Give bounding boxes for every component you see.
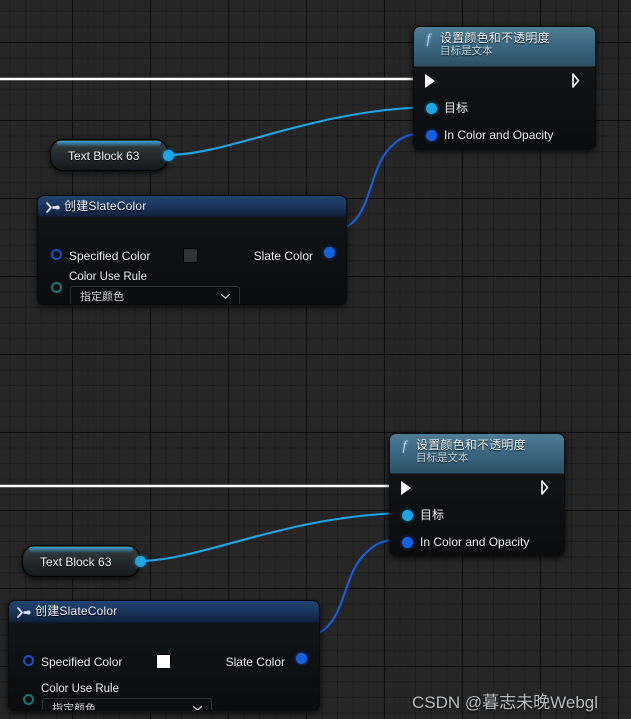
text-block-output-pin[interactable] (163, 150, 174, 161)
specified-color-pin[interactable] (23, 655, 34, 666)
node-make-slatecolor-bottom[interactable]: 创建SlateColor Specified Color Slate Color… (8, 600, 320, 711)
label-slate-color: Slate Color (253, 249, 313, 263)
node-header: f 设置颜色和不透明度 目标是文本 (390, 434, 564, 474)
object-wire-top (166, 105, 431, 157)
variable-name-label: Text Block 63 (40, 555, 112, 569)
color-use-rule-value: 指定颜色 (52, 703, 96, 711)
text-block-output-pin[interactable] (135, 556, 146, 567)
label-slate-color: Slate Color (225, 655, 285, 669)
function-icon: f (402, 439, 407, 454)
node-highlight (57, 141, 161, 147)
node-set-color-and-opacity-top[interactable]: f 设置颜色和不透明度 目标是文本 目标 In Color and Opacit… (413, 26, 596, 150)
node-set-color-and-opacity-bottom[interactable]: f 设置颜色和不透明度 目标是文本 目标 In Color and Opacit… (389, 433, 565, 556)
node-text-block-63-top[interactable]: Text Block 63 (50, 139, 174, 171)
exec-input-pin[interactable] (425, 74, 435, 88)
pin-row-in-color-and-opacity: In Color and Opacity (390, 529, 564, 555)
make-struct-icon (46, 202, 60, 213)
label-color-use-rule: Color Use Rule (41, 683, 119, 695)
node-subtitle: 目标是文本 (416, 452, 469, 464)
pin-label-in-color-and-opacity: In Color and Opacity (444, 128, 554, 142)
node-header: 创建SlateColor (38, 196, 346, 217)
exec-output-pin[interactable] (572, 73, 583, 88)
label-specified-color: Specified Color (69, 249, 151, 263)
node-title: 创建SlateColor (35, 604, 118, 618)
target-pin[interactable] (426, 103, 437, 114)
in-color-and-opacity-pin[interactable] (402, 537, 413, 548)
variable-name-label: Text Block 63 (68, 149, 140, 163)
pin-row-in-color-and-opacity: In Color and Opacity (414, 122, 595, 149)
color-use-rule-pin[interactable] (23, 694, 34, 705)
node-title: 设置颜色和不透明度 (440, 31, 550, 45)
target-pin[interactable] (402, 510, 413, 521)
object-wire-bottom (138, 511, 404, 563)
node-text-block-63-bottom[interactable]: Text Block 63 (22, 545, 146, 577)
color-use-rule-dropdown[interactable]: 指定颜色 (70, 286, 240, 304)
node-body: 目标 In Color and Opacity (414, 67, 595, 149)
specified-color-swatch[interactable] (183, 248, 198, 263)
exec-output-pin[interactable] (541, 480, 552, 495)
pin-row-target: 目标 (414, 95, 595, 122)
node-body: Specified Color Slate Color Color Use Ru… (9, 623, 319, 711)
pin-label-in-color-and-opacity: In Color and Opacity (420, 535, 530, 549)
node-title: 创建SlateColor (64, 199, 147, 213)
node-body: Specified Color Slate Color Color Use Ru… (38, 217, 346, 304)
function-icon: f (426, 32, 431, 47)
in-color-and-opacity-pin[interactable] (426, 130, 437, 141)
chevron-down-icon (221, 294, 230, 299)
pin-label-target: 目标 (420, 508, 445, 522)
label-specified-color: Specified Color (41, 655, 123, 669)
pin-row-target: 目标 (390, 502, 564, 529)
exec-pin-row (390, 474, 564, 502)
node-header: 创建SlateColor (9, 601, 319, 623)
label-color-use-rule: Color Use Rule (69, 271, 147, 283)
blueprint-graph-canvas[interactable]: f 设置颜色和不透明度 目标是文本 目标 In Color and Opacit… (0, 0, 631, 719)
exec-input-pin[interactable] (401, 481, 411, 495)
color-use-rule-pin[interactable] (51, 282, 62, 293)
node-make-slatecolor-top[interactable]: 创建SlateColor Specified Color Slate Color… (37, 195, 347, 305)
pin-label-target: 目标 (444, 101, 469, 115)
color-use-rule-dropdown[interactable]: 指定颜色 (42, 698, 212, 711)
node-title: 设置颜色和不透明度 (416, 438, 526, 452)
watermark-text: CSDN @暮志未晚Webgl (412, 693, 599, 712)
node-header: f 设置颜色和不透明度 目标是文本 (414, 27, 595, 67)
slate-color-output-pin[interactable] (296, 653, 307, 664)
specified-color-swatch[interactable] (156, 654, 171, 669)
specified-color-pin[interactable] (51, 249, 62, 260)
make-struct-icon (17, 607, 31, 618)
node-subtitle: 目标是文本 (440, 45, 493, 57)
chevron-down-icon (193, 706, 202, 710)
slate-color-output-pin[interactable] (324, 247, 335, 258)
node-highlight (29, 547, 133, 553)
node-body: 目标 In Color and Opacity (390, 474, 564, 555)
exec-pin-row (414, 67, 595, 95)
color-use-rule-value: 指定颜色 (80, 291, 124, 303)
